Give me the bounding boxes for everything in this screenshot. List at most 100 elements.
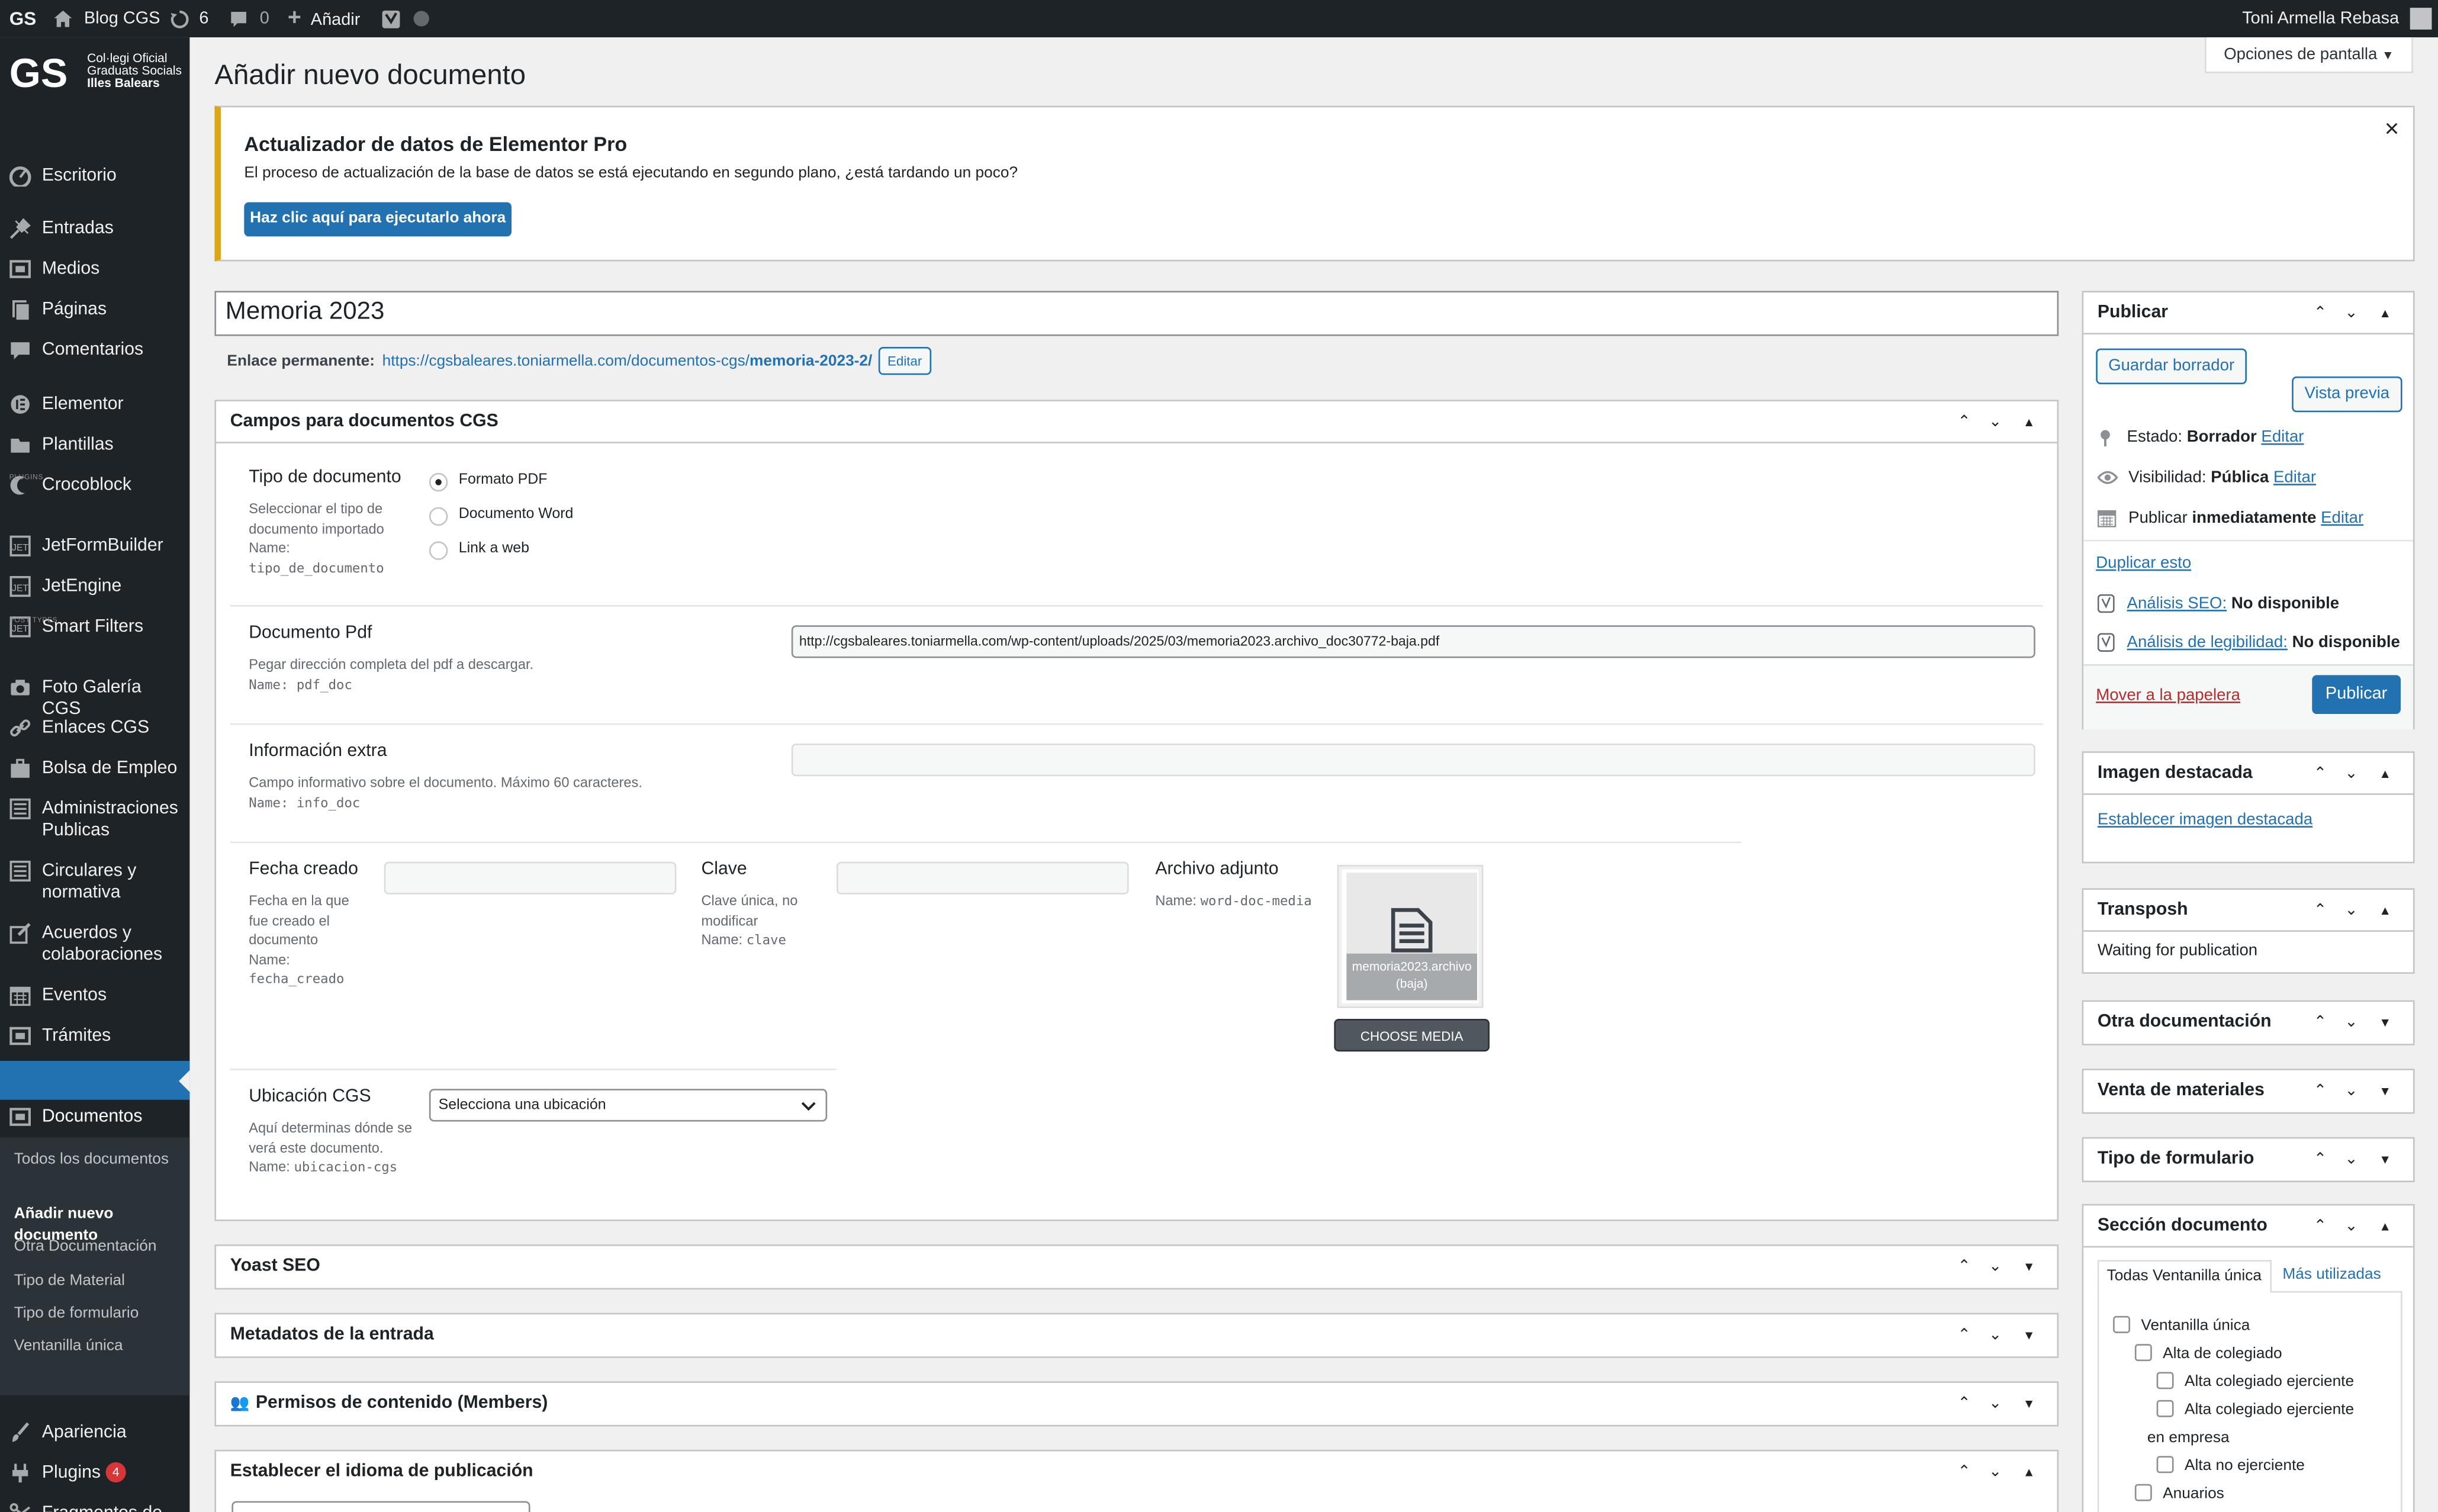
language-select[interactable] xyxy=(231,1501,530,1512)
informacion-extra-input[interactable] xyxy=(791,743,2035,777)
submenu-item[interactable]: Otra Documentación xyxy=(14,1237,185,1259)
updates-link[interactable]: 6 xyxy=(169,0,208,37)
toggle-panel-icon[interactable]: ▼ xyxy=(2379,1070,2391,1112)
run-update-button[interactable]: Haz clic aquí para ejecutarlo ahora xyxy=(244,202,512,237)
move-up-icon[interactable]: ⌃ xyxy=(1957,1314,1970,1356)
toggle-panel-icon[interactable]: ▼ xyxy=(2379,1002,2391,1044)
publicar-title: Publicar xyxy=(2097,303,2169,322)
move-up-icon[interactable]: ⌃ xyxy=(2314,1138,2327,1180)
ubicacion-select[interactable]: Selecciona una ubicación xyxy=(429,1089,828,1122)
preview-button[interactable]: Vista previa xyxy=(2292,376,2402,413)
move-down-icon[interactable]: ⌄ xyxy=(2344,1070,2357,1112)
move-down-icon[interactable]: ⌄ xyxy=(1989,1452,2002,1494)
move-up-icon[interactable]: ⌃ xyxy=(2314,890,2327,932)
move-down-icon[interactable]: ⌄ xyxy=(1989,1314,2002,1356)
set-featured-image-link[interactable]: Establecer imagen destacada xyxy=(2098,810,2312,829)
link-icon xyxy=(9,717,31,739)
wp-logo-icon[interactable]: GS xyxy=(9,0,37,37)
metabox-title: Otra documentación xyxy=(2097,1012,2272,1032)
readability-link[interactable]: Análisis de legibilidad: xyxy=(2127,633,2288,652)
documentos-submenu: Todos los documentos Añadir nuevo documen… xyxy=(0,1137,190,1395)
category-checkbox[interactable] xyxy=(2134,1484,2152,1501)
category-checkbox[interactable] xyxy=(2113,1315,2131,1333)
status-edit-link[interactable]: Editar xyxy=(2261,428,2304,447)
move-down-icon[interactable]: ⌄ xyxy=(1989,1246,2002,1288)
close-icon[interactable]: × xyxy=(2385,117,2400,144)
toggle-panel-icon[interactable]: ▼ xyxy=(2379,1138,2391,1180)
move-up-icon[interactable]: ⌃ xyxy=(2314,1205,2327,1247)
seo-analysis-row: Análisis SEO: No disponible xyxy=(2097,594,2339,613)
duplicate-link[interactable]: Duplicar esto xyxy=(2096,554,2191,572)
move-down-icon[interactable]: ⌄ xyxy=(2344,753,2357,795)
visibility-edit-link[interactable]: Editar xyxy=(2273,468,2316,487)
move-up-icon[interactable]: ⌃ xyxy=(2314,1002,2327,1044)
submenu-item[interactable]: Tipo de formulario xyxy=(14,1304,185,1326)
permalink-link[interactable]: https://cgsbaleares.toniarmella.com/docu… xyxy=(382,353,873,370)
add-new-link[interactable]: + Añadir xyxy=(288,0,360,37)
attachment-suffix: (baja) xyxy=(1395,977,1428,991)
move-up-icon[interactable]: ⌃ xyxy=(2314,1070,2327,1112)
submenu-item[interactable]: Todos los documentos xyxy=(14,1150,185,1172)
page-title: Añadir nuevo documento xyxy=(214,59,526,91)
move-down-icon[interactable]: ⌄ xyxy=(2344,1205,2357,1247)
tab-todas[interactable]: Todas Ventanilla única xyxy=(2097,1260,2271,1293)
category-checkbox[interactable] xyxy=(2156,1456,2174,1474)
toggle-panel-icon[interactable]: ▲ xyxy=(2379,292,2391,334)
move-down-icon[interactable]: ⌄ xyxy=(2344,1002,2357,1044)
move-up-icon[interactable]: ⌃ xyxy=(1957,1383,1970,1425)
submenu-item[interactable]: Tipo de Material xyxy=(14,1271,185,1293)
move-down-icon[interactable]: ⌄ xyxy=(2344,890,2357,932)
toggle-panel-icon[interactable]: ▼ xyxy=(2023,1383,2035,1425)
move-up-icon[interactable]: ⌃ xyxy=(2314,292,2327,334)
site-name-link[interactable]: Blog CGS xyxy=(53,0,160,37)
tab-mas-utilizadas[interactable]: Más utilizadas xyxy=(2282,1260,2381,1292)
fecha-creado-name: fecha_creado xyxy=(249,972,345,988)
fecha-creado-input[interactable] xyxy=(384,861,677,895)
toggle-panel-icon[interactable]: ▼ xyxy=(2023,1246,2035,1288)
sidebar-item-label: Entradas xyxy=(41,219,114,239)
post-title-input[interactable]: Memoria 2023 xyxy=(214,291,2059,336)
toggle-panel-icon[interactable]: ▲ xyxy=(2379,890,2391,932)
radio-documento-word[interactable] xyxy=(429,507,448,526)
jet-icon: JET xyxy=(9,535,31,557)
move-up-icon[interactable]: ⌃ xyxy=(1957,1452,1970,1494)
schedule-edit-link[interactable]: Editar xyxy=(2321,509,2363,527)
choose-media-button[interactable]: CHOOSE MEDIA xyxy=(1334,1019,1490,1052)
move-down-icon[interactable]: ⌄ xyxy=(1989,401,2002,443)
toggle-panel-icon[interactable]: ▲ xyxy=(2379,1205,2391,1247)
toggle-panel-icon[interactable]: ▼ xyxy=(2023,1314,2035,1356)
publish-actions-bar: Mover a la papelera Publicar xyxy=(2083,664,2413,730)
category-checkbox[interactable] xyxy=(2156,1372,2174,1389)
trash-link[interactable]: Mover a la papelera xyxy=(2096,686,2240,705)
publish-button[interactable]: Publicar xyxy=(2312,675,2401,715)
comments-link[interactable]: 0 xyxy=(229,0,269,37)
seo-analysis-link[interactable]: Análisis SEO: xyxy=(2127,594,2227,613)
move-down-icon[interactable]: ⌄ xyxy=(1989,1383,2002,1425)
metabox-title-text: Metadatos de la entrada xyxy=(230,1325,434,1344)
attachment-preview[interactable]: memoria2023.archivo (baja) xyxy=(1337,864,1484,1008)
edit-icon xyxy=(9,922,31,944)
documento-pdf-input[interactable]: http://cgsbaleares.toniarmella.com/wp-co… xyxy=(791,625,2035,658)
toggle-panel-icon[interactable]: ▲ xyxy=(2023,1452,2035,1494)
plus-icon: + xyxy=(287,4,301,31)
user-menu[interactable]: Toni Armella Rebasa xyxy=(2242,0,2432,37)
save-draft-button[interactable]: Guardar borrador xyxy=(2096,348,2247,385)
archivo-adjunto-name-prefix: Name: xyxy=(1155,893,1197,909)
archivo-adjunto-desc: Name: word-doc-media xyxy=(1155,892,1311,912)
move-up-icon[interactable]: ⌃ xyxy=(1957,1246,1970,1288)
submenu-item[interactable]: Ventanilla única xyxy=(14,1336,185,1358)
clave-input[interactable] xyxy=(836,861,1129,895)
move-down-icon[interactable]: ⌄ xyxy=(2344,292,2357,334)
divider xyxy=(230,1069,837,1070)
toggle-panel-icon[interactable]: ▲ xyxy=(2379,753,2391,795)
radio-formato-pdf[interactable] xyxy=(429,472,448,492)
move-up-icon[interactable]: ⌃ xyxy=(1957,401,1970,443)
category-checkbox[interactable] xyxy=(2134,1344,2152,1362)
permalink-edit-button[interactable]: Editar xyxy=(878,346,932,375)
move-down-icon[interactable]: ⌄ xyxy=(2344,1138,2357,1180)
yoast-menu[interactable] xyxy=(381,0,401,37)
toggle-panel-icon[interactable]: ▲ xyxy=(2023,401,2035,443)
screen-options-button[interactable]: Opciones de pantalla ▼ xyxy=(2205,37,2413,73)
move-up-icon[interactable]: ⌃ xyxy=(2314,753,2327,795)
radio-link-web[interactable] xyxy=(429,541,448,560)
